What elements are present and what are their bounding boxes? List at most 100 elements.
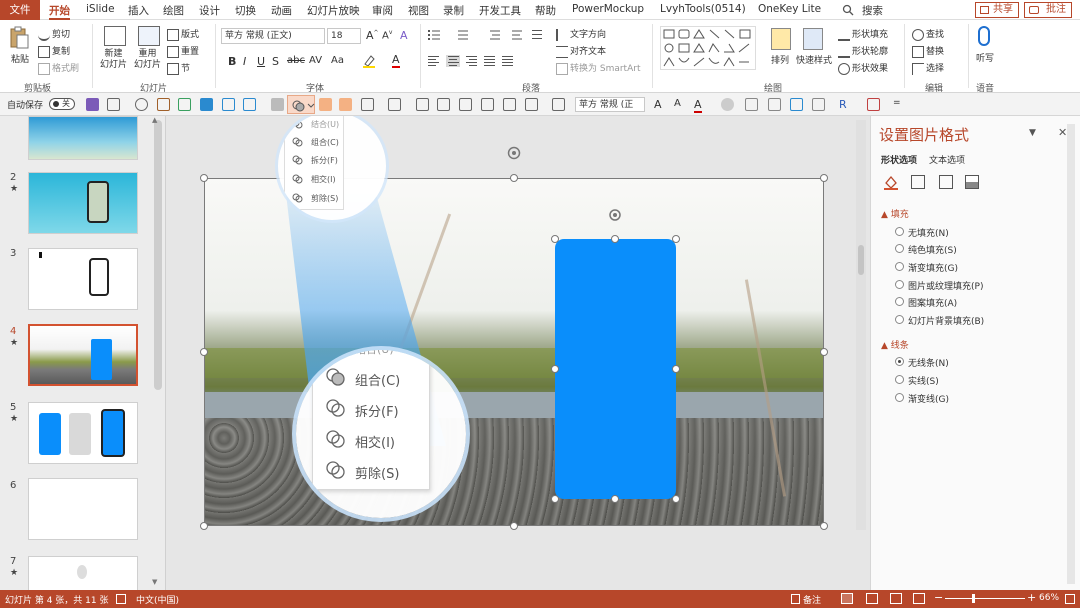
shape-effects-button[interactable]: 形状效果 xyxy=(838,61,888,75)
toolbar-icon-2[interactable] xyxy=(222,98,235,111)
smartart-button[interactable]: 转换为 SmartArt xyxy=(556,61,640,75)
slide-thumbnail-2[interactable] xyxy=(28,172,138,234)
toolbar-icon-6[interactable] xyxy=(339,98,352,111)
microphone-icon[interactable] xyxy=(978,26,990,46)
effects-pentagon-icon[interactable] xyxy=(911,175,925,189)
merge-shapes-button[interactable] xyxy=(287,95,315,114)
customize-icon[interactable]: = xyxy=(893,98,901,108)
thumbnails-scrollbar[interactable] xyxy=(154,120,162,390)
toolbar-icon-15[interactable] xyxy=(745,98,758,111)
toolbar-icon-3[interactable] xyxy=(243,98,256,111)
radio-no-fill[interactable] xyxy=(895,227,904,236)
editor-scrollbar[interactable] xyxy=(856,120,866,530)
radio-gradient-line[interactable] xyxy=(895,393,904,402)
font-name-select[interactable]: 苹方 常规 (正文) xyxy=(221,28,325,44)
toolbar-icon-1[interactable] xyxy=(200,98,213,111)
toolbar-icon-5[interactable] xyxy=(319,98,332,111)
grow-font-icon[interactable]: A^ xyxy=(366,29,379,42)
tab-onekey[interactable]: OneKey Lite xyxy=(758,3,821,15)
tab-draw[interactable]: 绘图 xyxy=(163,3,184,18)
picture-icon[interactable] xyxy=(790,98,803,111)
notes-button[interactable]: 备注 xyxy=(803,593,821,606)
new-slide-button[interactable]: 新建 幻灯片 xyxy=(100,49,127,71)
toolbar-icon-14[interactable] xyxy=(721,98,734,111)
radio-no-line[interactable] xyxy=(895,357,904,366)
format-painter-button[interactable]: 格式刷 xyxy=(38,61,79,75)
zoom-level[interactable]: 66% xyxy=(1039,593,1059,603)
large-menu-item-fragment[interactable]: 拆分(F) xyxy=(355,401,399,420)
line-section-header[interactable]: ▲ 线条 xyxy=(881,338,909,351)
slide-thumbnail-6[interactable] xyxy=(28,478,138,540)
slide-thumbnail-5[interactable] xyxy=(28,402,138,464)
scroll-up-icon[interactable]: ▲ xyxy=(152,116,162,124)
paste-button[interactable]: 粘贴 xyxy=(11,52,29,65)
select-button[interactable]: 选择 xyxy=(912,61,944,75)
bold-icon[interactable]: B xyxy=(228,55,236,68)
pane-options-icon[interactable]: ▼ xyxy=(1029,128,1036,138)
zoom-in-icon[interactable]: + xyxy=(1027,591,1036,604)
tab-islide[interactable]: iSlide xyxy=(86,3,115,15)
check-icon[interactable] xyxy=(178,98,191,111)
small-menu-item-fragment[interactable]: 拆分(F) xyxy=(311,155,338,166)
toolbar-icon-8[interactable] xyxy=(388,98,401,111)
change-case-icon[interactable]: Aa xyxy=(331,55,344,66)
slide-thumbnail-7[interactable] xyxy=(28,556,138,590)
tab-file[interactable]: 文件 xyxy=(0,0,40,20)
present-icon[interactable] xyxy=(157,98,170,111)
reading-view-icon[interactable] xyxy=(890,593,902,604)
toolbar-icon-17[interactable] xyxy=(812,98,825,111)
font-color-icon-2[interactable]: A xyxy=(694,98,702,113)
zoom-slider-thumb[interactable] xyxy=(972,594,975,603)
spacing-icon[interactable]: AV xyxy=(309,55,322,66)
slide-thumbnail-3[interactable] xyxy=(28,248,138,310)
radio-solid-line[interactable] xyxy=(895,375,904,384)
toolbar-icon-13[interactable] xyxy=(552,98,565,111)
accessibility-icon[interactable] xyxy=(116,594,126,604)
scroll-down-icon[interactable]: ▼ xyxy=(152,578,162,586)
small-menu-item-union[interactable]: 组合(C) xyxy=(311,137,339,148)
slide-thumbnail-1[interactable] xyxy=(28,116,138,160)
notes-icon[interactable] xyxy=(791,594,800,604)
tab-animations[interactable]: 动画 xyxy=(271,3,292,18)
tab-powermockup[interactable]: PowerMockup xyxy=(572,3,644,15)
fill-section-header[interactable]: ▲ 填充 xyxy=(881,207,909,220)
language-indicator[interactable]: 中文(中国) xyxy=(136,593,179,606)
qat-font-select[interactable]: 苹方 常规 (正 xyxy=(575,97,645,112)
tab-transitions[interactable]: 切换 xyxy=(235,3,256,18)
new-slide-icon[interactable] xyxy=(104,26,126,46)
toolbar-icon-12[interactable] xyxy=(525,98,538,111)
toolbar-icon-10[interactable] xyxy=(437,98,450,111)
copy-button[interactable]: 复制 xyxy=(38,44,70,58)
align-text-button[interactable]: 对齐文本 xyxy=(556,44,606,58)
shadow-icon[interactable]: S xyxy=(272,55,279,68)
close-icon[interactable]: ✕ xyxy=(1058,126,1067,139)
save-icon[interactable] xyxy=(86,98,99,111)
tab-insert[interactable]: 插入 xyxy=(128,3,149,18)
shapes-gallery[interactable] xyxy=(660,26,756,70)
quick-styles-icon[interactable] xyxy=(803,28,823,50)
zoom-out-icon[interactable]: − xyxy=(934,591,943,604)
replace-button[interactable]: 替换 xyxy=(912,44,944,58)
share-button[interactable]: 共享 xyxy=(975,2,1019,18)
tab-help[interactable]: 帮助 xyxy=(535,3,556,18)
tab-view[interactable]: 视图 xyxy=(408,3,429,18)
shrink-font-icon[interactable]: Av xyxy=(382,29,392,41)
tab-review[interactable]: 审阅 xyxy=(372,3,393,18)
text-direction-button[interactable]: 文字方向 xyxy=(556,27,606,41)
editor-scrollbar-thumb[interactable] xyxy=(858,245,864,275)
picture-icon[interactable] xyxy=(965,175,979,189)
comment-button[interactable]: 批注 xyxy=(1024,2,1072,18)
large-menu-item-intersect[interactable]: 相交(I) xyxy=(355,432,395,451)
undo-icon[interactable] xyxy=(107,98,120,111)
slideshow-icon[interactable] xyxy=(913,593,925,604)
radio-picture-fill[interactable] xyxy=(895,280,904,289)
arrange-icon[interactable] xyxy=(771,28,791,50)
eyedropper-icon-2[interactable] xyxy=(503,98,516,111)
radio-background-fill[interactable] xyxy=(895,315,904,324)
quick-styles-button[interactable]: 快速样式 xyxy=(796,53,832,66)
font-color-icon[interactable]: A xyxy=(392,53,400,68)
tab-developer[interactable]: 开发工具 xyxy=(479,3,521,18)
radio-pattern-fill[interactable] xyxy=(895,297,904,306)
cut-button[interactable]: 剪切 xyxy=(38,27,70,41)
tab-design[interactable]: 设计 xyxy=(199,3,220,18)
